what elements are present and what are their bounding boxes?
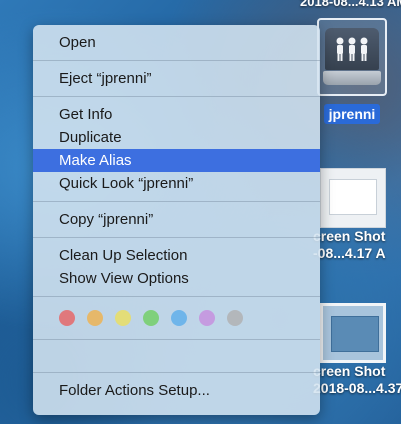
menu-separator	[33, 372, 320, 373]
network-drive-item[interactable]: jprenni	[313, 18, 391, 124]
screenshot-thumbnail	[320, 168, 386, 228]
people-icon	[336, 37, 368, 61]
tag-colors-row	[33, 303, 320, 333]
drive-label: jprenni	[323, 104, 381, 124]
menu-item-folder-actions-setup[interactable]: Folder Actions Setup...	[33, 379, 320, 402]
menu-item-eject[interactable]: Eject “jprenni”	[33, 67, 320, 90]
tag-orange-dot[interactable]	[87, 310, 103, 326]
tag-gray-dot[interactable]	[227, 310, 243, 326]
menu-separator	[33, 201, 320, 202]
menu-item-copy[interactable]: Copy “jprenni”	[33, 208, 320, 231]
tag-red-dot[interactable]	[59, 310, 75, 326]
screenshot-thumbnail	[320, 303, 386, 363]
menu-separator	[33, 237, 320, 238]
menu-item-quick-look[interactable]: Quick Look “jprenni”	[33, 172, 320, 195]
menu-separator	[33, 96, 320, 97]
menu-separator	[33, 296, 320, 297]
menu-item-open[interactable]: Open	[33, 31, 320, 54]
menu-item-show-view-options[interactable]: Show View Options	[33, 267, 320, 290]
tag-blue-dot[interactable]	[171, 310, 187, 326]
menu-item-clean-up-selection[interactable]: Clean Up Selection	[33, 244, 320, 267]
menu-separator	[33, 60, 320, 61]
desktop-partial-label: 2018-08...4.13 AM	[300, 0, 401, 9]
tag-purple-dot[interactable]	[199, 310, 215, 326]
tag-green-dot[interactable]	[143, 310, 159, 326]
menu-item-duplicate[interactable]: Duplicate	[33, 126, 320, 149]
context-menu: Open Eject “jprenni” Get Info Duplicate …	[33, 25, 320, 415]
tag-yellow-dot[interactable]	[115, 310, 131, 326]
menu-item-get-info[interactable]: Get Info	[33, 103, 320, 126]
menu-item-make-alias[interactable]: Make Alias	[33, 149, 320, 172]
network-drive-icon	[317, 18, 387, 96]
menu-separator	[33, 339, 320, 340]
